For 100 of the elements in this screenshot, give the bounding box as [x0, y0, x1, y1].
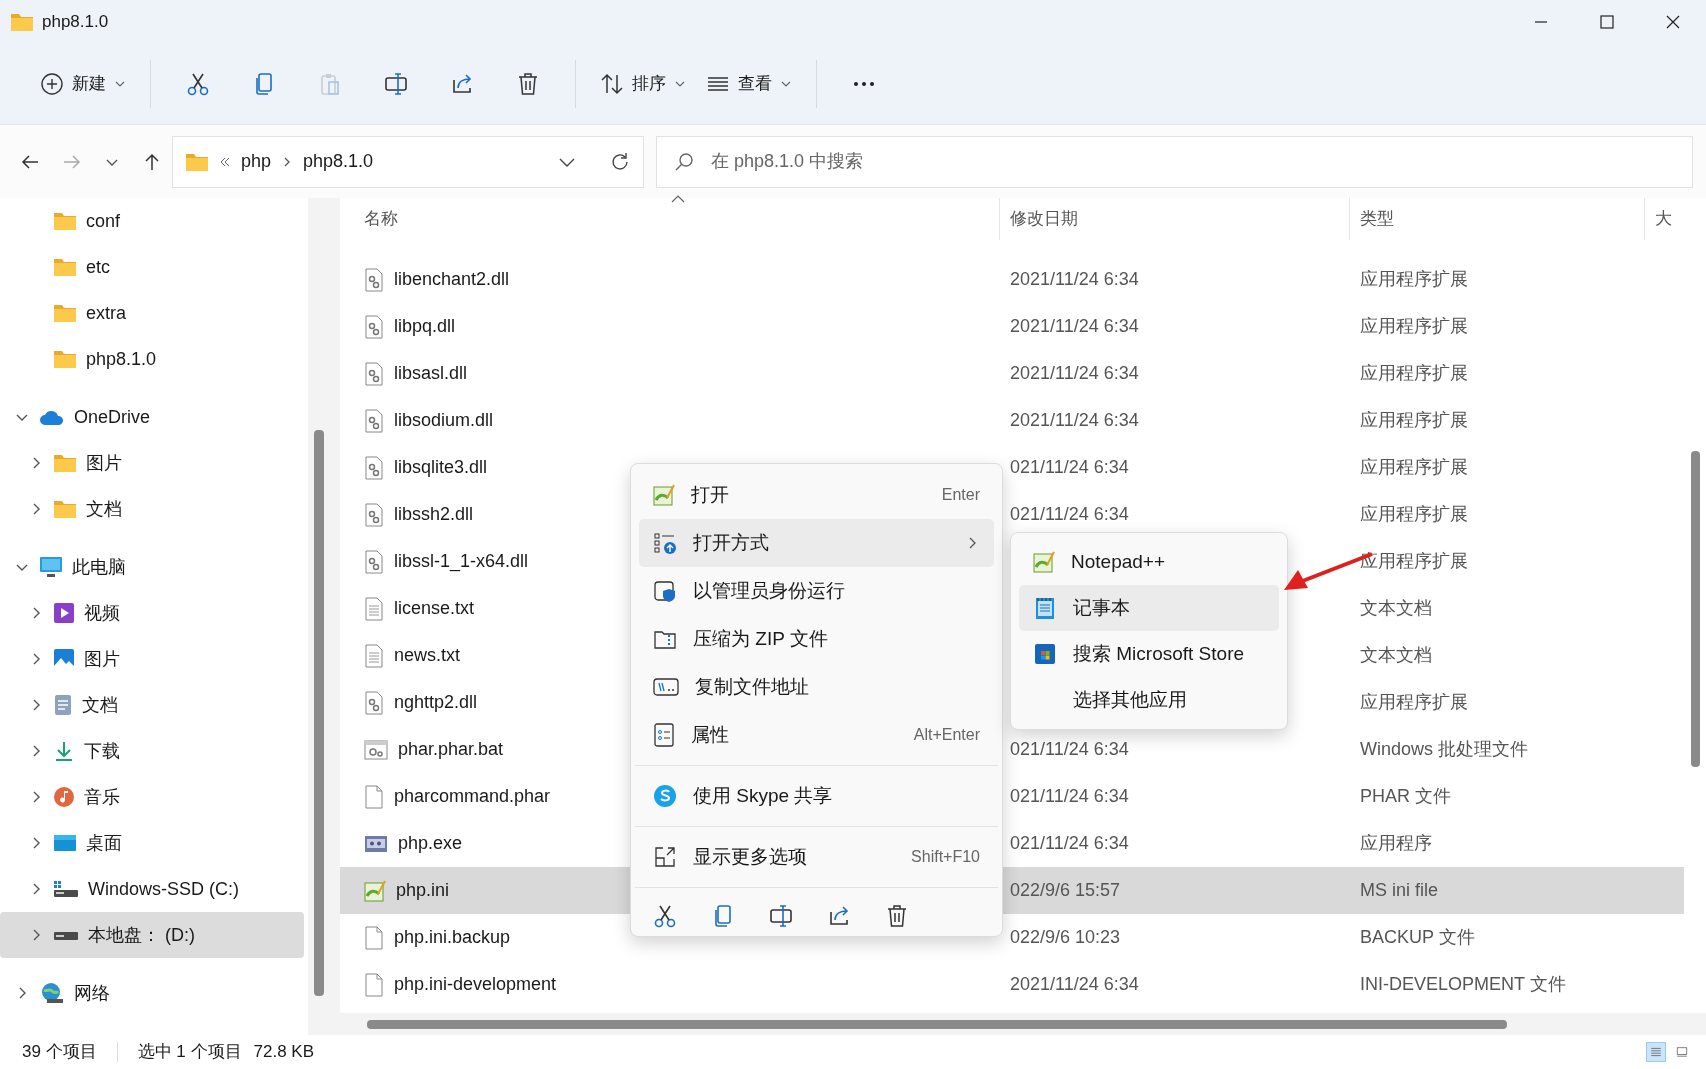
file-name[interactable]: libssl-1_1-x64.dll: [394, 548, 529, 575]
overflow-icon: [219, 155, 231, 168]
menu-item[interactable]: 搜索 Microsoft Store: [1019, 631, 1279, 677]
file-date: 021/11/24 6:34: [1010, 457, 1129, 477]
file-name[interactable]: libpq.dll: [394, 313, 456, 340]
sidebar-item[interactable]: php8.1.0: [0, 336, 304, 382]
file-name[interactable]: php.ini-development: [394, 971, 557, 998]
details-view-icon[interactable]: [1646, 1042, 1666, 1062]
drive-icon: [53, 880, 79, 898]
sidebar-item[interactable]: 文档: [0, 486, 304, 532]
item-count: 39 个项目: [22, 1041, 97, 1064]
file-type: 应用程序: [1360, 833, 1432, 853]
file-date: 021/11/24 6:34: [1010, 786, 1129, 806]
column-header[interactable]: 类型: [1360, 206, 1394, 232]
column-header[interactable]: 大: [1655, 206, 1672, 232]
sidebar-item[interactable]: 音乐: [0, 774, 304, 820]
download-icon: [53, 740, 75, 762]
file-name[interactable]: libssh2.dll: [394, 501, 474, 528]
sort-caret-icon: [670, 194, 686, 204]
text-file-icon: [364, 596, 384, 621]
file-type: Windows 批处理文件: [1360, 739, 1529, 759]
file-name[interactable]: php.ini.backup: [394, 924, 511, 951]
breadcrumb[interactable]: php8.1.0: [303, 148, 374, 175]
file-name[interactable]: license.txt: [394, 595, 475, 622]
sidebar-item[interactable]: 文档: [0, 682, 304, 728]
cut-icon[interactable]: [653, 904, 677, 928]
delete-icon[interactable]: [516, 72, 540, 96]
sidebar-item[interactable]: extra: [0, 290, 304, 336]
share-icon[interactable]: [827, 904, 851, 928]
scrollbar-thumb[interactable]: [1691, 451, 1700, 767]
delete-icon[interactable]: [885, 904, 909, 928]
menu-item[interactable]: 记事本: [1019, 585, 1279, 631]
breadcrumb[interactable]: php: [241, 148, 272, 175]
file-name[interactable]: pharcommand.phar: [394, 783, 551, 810]
selection-count: 选中 1 个项目: [137, 1041, 242, 1064]
properties-icon: [653, 723, 675, 747]
rename-icon[interactable]: [769, 904, 793, 928]
sidebar-item[interactable]: 桌面: [0, 820, 304, 866]
network-icon: [39, 982, 65, 1004]
desktop-icon: [53, 833, 77, 853]
file-type: 文本文档: [1360, 598, 1432, 618]
file-type: INI-DEVELOPMENT 文件: [1360, 974, 1566, 994]
file-name[interactable]: libsqlite3.dll: [394, 454, 488, 481]
sidebar-item[interactable]: 本地盘： (D:): [0, 912, 304, 958]
sidebar-item[interactable]: 此电脑: [0, 544, 304, 590]
sort-button[interactable]: 排序: [590, 65, 696, 103]
file-date: 2021/11/24 6:34: [1010, 974, 1139, 994]
file-name[interactable]: libenchant2.dll: [394, 266, 510, 293]
new-button[interactable]: 新建: [30, 65, 136, 103]
menu-item[interactable]: 打开方式: [639, 519, 994, 567]
file-date: 021/11/24 6:34: [1010, 504, 1129, 524]
menu-item[interactable]: Notepad++: [1019, 539, 1279, 585]
file-name[interactable]: php.exe: [398, 830, 463, 857]
sidebar-item[interactable]: Windows-SSD (C:): [0, 866, 304, 912]
maximize-icon[interactable]: [1599, 14, 1615, 30]
gear-file-icon: [364, 314, 384, 339]
cut-icon[interactable]: [186, 72, 210, 96]
file-type: 应用程序扩展: [1360, 457, 1468, 477]
file-name[interactable]: php.ini: [396, 877, 450, 904]
rename-icon[interactable]: [384, 72, 408, 96]
share-icon[interactable]: [450, 72, 474, 96]
file-name[interactable]: phar.phar.bat: [398, 736, 504, 763]
video-icon: [53, 602, 75, 624]
sidebar-item[interactable]: 下载: [0, 728, 304, 774]
sidebar-item[interactable]: 图片: [0, 440, 304, 486]
view-button[interactable]: 查看: [696, 65, 802, 103]
refresh-icon[interactable]: [609, 150, 631, 173]
file-name[interactable]: libsasl.dll: [394, 360, 468, 387]
menu-item[interactable]: 复制文件地址: [639, 663, 994, 711]
file-name[interactable]: news.txt: [394, 642, 461, 669]
menu-item[interactable]: 属性 Alt+Enter: [639, 711, 994, 759]
column-header[interactable]: 名称: [350, 206, 398, 232]
menu-item[interactable]: 压缩为 ZIP 文件: [639, 615, 994, 663]
sidebar-item[interactable]: etc: [0, 244, 304, 290]
menu-item[interactable]: 使用 Skype 共享: [639, 772, 994, 820]
gear-file-icon: [364, 267, 384, 292]
search-field[interactable]: 在 php8.1.0 中搜索: [656, 135, 1693, 188]
menu-item[interactable]: 打开 Enter: [639, 471, 994, 519]
sidebar-item[interactable]: 视频: [0, 590, 304, 636]
file-type: 应用程序扩展: [1360, 410, 1468, 430]
folder-icon: [53, 349, 77, 369]
sidebar-item[interactable]: 网络: [0, 970, 304, 1016]
search-icon: [674, 151, 694, 172]
menu-item[interactable]: 以管理员身份运行: [639, 567, 994, 615]
file-name[interactable]: nghttp2.dll: [394, 689, 478, 716]
gear-file-icon: [364, 502, 384, 527]
music-icon: [53, 786, 75, 808]
address-bar[interactable]: php php8.1.0: [172, 135, 644, 188]
scrollbar-thumb[interactable]: [314, 430, 324, 996]
column-header[interactable]: 修改日期: [1010, 206, 1078, 232]
sidebar-item[interactable]: conf: [0, 198, 304, 244]
scrollbar-thumb[interactable]: [367, 1020, 1507, 1029]
menu-item[interactable]: 选择其他应用: [1019, 677, 1279, 723]
notepad-icon: [1033, 596, 1057, 620]
plus-icon: [40, 72, 64, 96]
close-icon[interactable]: [1665, 14, 1681, 30]
notepad-plus-icon: [653, 484, 675, 506]
sidebar-item[interactable]: 图片: [0, 636, 304, 682]
sidebar-item[interactable]: OneDrive: [0, 394, 304, 440]
file-name[interactable]: libsodium.dll: [394, 407, 494, 434]
